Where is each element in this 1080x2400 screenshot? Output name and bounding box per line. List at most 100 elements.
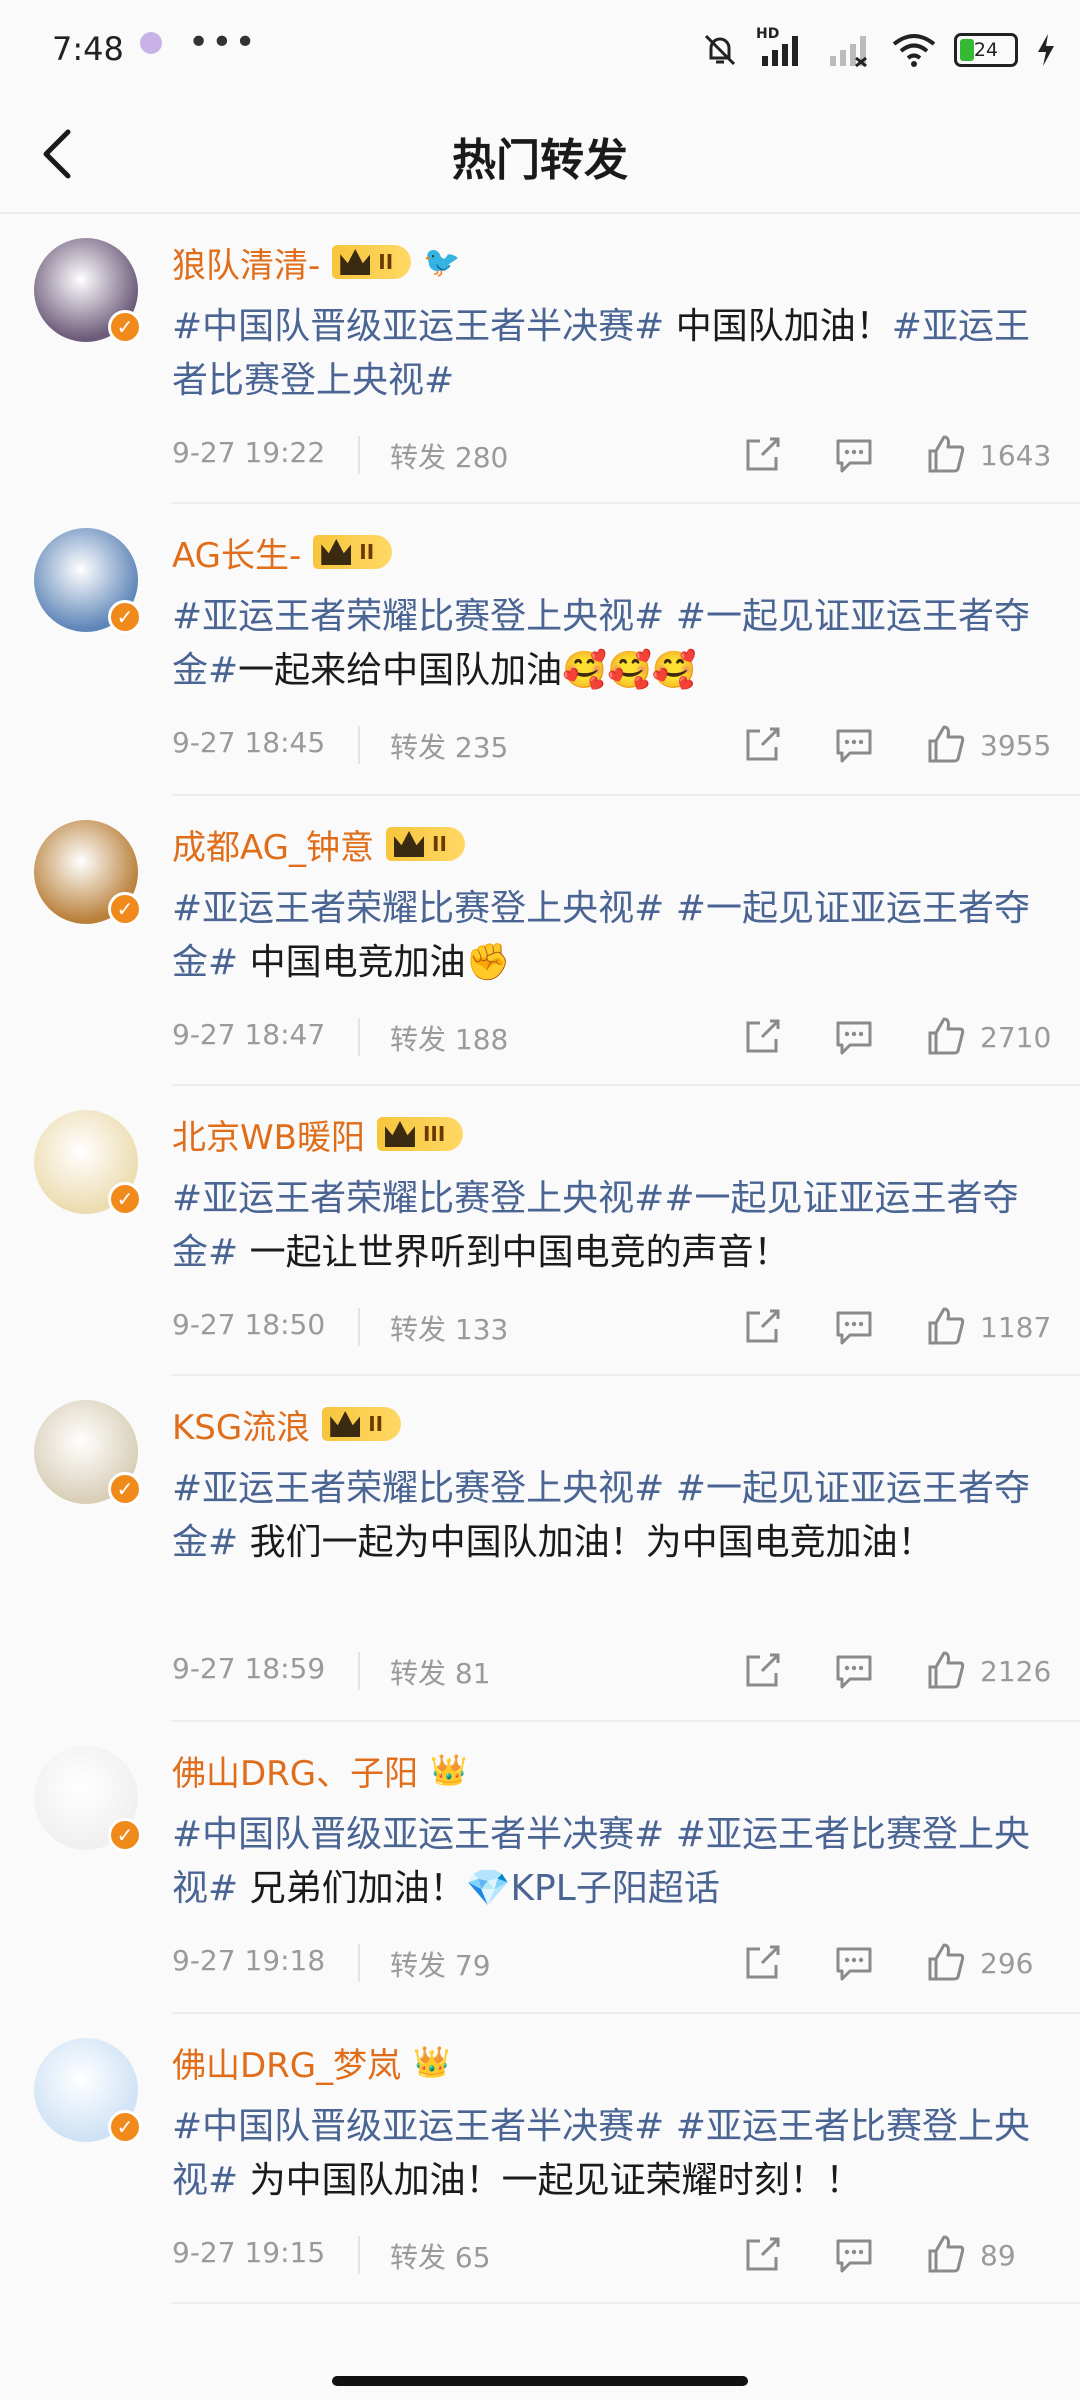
avatar[interactable]: ✓ (34, 528, 142, 634)
share-icon[interactable] (740, 1015, 784, 1059)
username[interactable]: KSG流浪 (172, 1400, 310, 1449)
thumbs-up-icon[interactable] (924, 1649, 968, 1693)
post-text-segment: 兄弟们加油！ (238, 1868, 466, 1909)
crown-icon (384, 1121, 415, 1147)
repost-item[interactable]: ✓ 佛山DRG、子阳 👑 #中国队晋级亚运王者半决赛# #亚运王者比赛登上央视# 兄弟… (0, 1722, 1080, 2014)
avatar[interactable]: ✓ (34, 2038, 142, 2144)
repost-count: 转发 79 (390, 1949, 491, 1982)
meta-divider (358, 1308, 360, 1346)
post-time: 9-27 19:18 (172, 1944, 326, 1977)
repost-item[interactable]: ✓ 佛山DRG_梦岚 👑 #中国队晋级亚运王者半决赛# #亚运王者比赛登上央视# 为中… (0, 2014, 1080, 2304)
repost-count: 转发 65 (390, 2241, 491, 2274)
battery-icon: 24 (954, 33, 1018, 67)
status-time: 7:48 (52, 30, 124, 68)
hashtag-link[interactable]: #亚运王者荣耀比赛登上央视# (172, 596, 664, 637)
username[interactable]: 狼队清清- (172, 238, 320, 287)
battery-level: 24 (973, 39, 999, 61)
hashtag-link[interactable]: #中国队晋级亚运王者半决赛# (172, 306, 664, 347)
repost-item[interactable]: ✓ 狼队清清- II 🐦 #中国队晋级亚运王者半决赛# 中国队加油！#亚运王者比赛登上央… (0, 214, 1080, 504)
user-badge-icon: 🐦 (423, 244, 461, 280)
share-icon[interactable] (740, 1649, 784, 1693)
post-time: 9-27 18:59 (172, 1652, 326, 1685)
comment-icon[interactable] (832, 1015, 876, 1059)
thumbs-up-icon[interactable] (924, 2233, 968, 2277)
thumbs-up-icon[interactable] (924, 723, 968, 767)
post-text[interactable]: #中国队晋级亚运王者半决赛# #亚运王者比赛登上央视# 兄弟们加油！💎KPL子阳… (172, 1808, 1032, 1916)
post-text-segment: 一起来给中国队加油🥰🥰🥰 (238, 650, 697, 691)
post-text-segment (664, 888, 675, 929)
repost-item[interactable]: ✓ AG长生- II #亚运王者荣耀比赛登上央视# #一起见证亚运王者夺金#一起来给中… (0, 504, 1080, 796)
avatar[interactable]: ✓ (34, 238, 142, 344)
repost-count: 转发 81 (390, 1657, 491, 1690)
rank-level: II (432, 832, 447, 856)
status-icons: HD 24 (702, 26, 1056, 70)
thumbs-up-icon[interactable] (924, 433, 968, 477)
thumbs-up-icon[interactable] (924, 1015, 968, 1059)
post-text[interactable]: #亚运王者荣耀比赛登上央视##一起见证亚运王者夺金# 一起让世界听到中国电竞的声… (172, 1172, 1032, 1280)
post-text-segment (664, 596, 675, 637)
share-icon[interactable] (740, 2233, 784, 2277)
username[interactable]: AG长生- (172, 528, 301, 577)
rank-badge: II (332, 245, 412, 279)
comment-icon[interactable] (832, 2233, 876, 2277)
share-icon[interactable] (740, 723, 784, 767)
post-time: 9-27 18:47 (172, 1018, 326, 1051)
like-count: 296 (980, 1946, 1034, 1980)
hashtag-link[interactable]: 💎KPL子阳超话 (466, 1868, 720, 1909)
meta-divider (358, 1652, 360, 1690)
username[interactable]: 佛山DRG、子阳 (172, 1746, 418, 1795)
meta-divider (358, 1944, 360, 1982)
post-text-segment (664, 1468, 675, 1509)
username[interactable]: 北京WB暖阳 (172, 1110, 365, 1159)
post-time: 9-27 19:22 (172, 436, 326, 469)
repost-item[interactable]: ✓ 成都AG_钟意 II #亚运王者荣耀比赛登上央视# #一起见证亚运王者夺金# 中国… (0, 796, 1080, 1086)
post-time: 9-27 19:15 (172, 2236, 326, 2269)
meta-divider (358, 436, 360, 474)
hashtag-link[interactable]: #中国队晋级亚运王者半决赛# (172, 1814, 664, 1855)
avatar[interactable]: ✓ (34, 1110, 142, 1216)
username[interactable]: 成都AG_钟意 (172, 820, 374, 869)
avatar[interactable]: ✓ (34, 1746, 142, 1852)
like-count: 2126 (980, 1654, 1052, 1688)
username[interactable]: 佛山DRG_梦岚 (172, 2038, 401, 2087)
post-text[interactable]: #亚运王者荣耀比赛登上央视# #一起见证亚运王者夺金# 中国电竞加油✊ (172, 882, 1032, 990)
post-text[interactable]: #亚运王者荣耀比赛登上央视# #一起见证亚运王者夺金#一起来给中国队加油🥰🥰🥰 (172, 590, 1032, 698)
comment-icon[interactable] (832, 1649, 876, 1693)
post-time: 9-27 18:50 (172, 1308, 326, 1341)
post-text[interactable]: #中国队晋级亚运王者半决赛# #亚运王者比赛登上央视# 为中国队加油！一起见证荣… (172, 2100, 1032, 2208)
avatar[interactable]: ✓ (34, 820, 142, 926)
meta-divider (358, 1018, 360, 1056)
hashtag-link[interactable]: #亚运王者荣耀比赛登上央视# (172, 1468, 664, 1509)
comment-icon[interactable] (832, 1941, 876, 1985)
comment-icon[interactable] (832, 1305, 876, 1349)
crown-icon (340, 249, 371, 275)
repost-count: 转发 188 (390, 1023, 509, 1056)
repost-count: 转发 280 (390, 441, 509, 474)
hashtag-link[interactable]: #中国队晋级亚运王者半决赛# (172, 2106, 664, 2147)
repost-item[interactable]: ✓ KSG流浪 II #亚运王者荣耀比赛登上央视# #一起见证亚运王者夺金# 我们一起… (0, 1376, 1080, 1722)
repost-item[interactable]: ✓ 北京WB暖阳 III #亚运王者荣耀比赛登上央视##一起见证亚运王者夺金# 一起让… (0, 1086, 1080, 1376)
crown-icon (321, 539, 352, 565)
rank-level: II (368, 1412, 384, 1436)
comment-icon[interactable] (832, 433, 876, 477)
crown-icon (394, 831, 425, 857)
signal-secondary-icon (830, 36, 867, 68)
share-icon[interactable] (740, 1941, 784, 1985)
post-text[interactable]: #亚运王者荣耀比赛登上央视# #一起见证亚运王者夺金# 我们一起为中国队加油！为… (172, 1462, 1032, 1570)
hashtag-link[interactable]: #亚运王者荣耀比赛登上央视# (172, 888, 664, 929)
crown-icon (330, 1411, 361, 1437)
post-text[interactable]: #中国队晋级亚运王者半决赛# 中国队加油！#亚运王者比赛登上央视# (172, 300, 1032, 408)
verified-v-icon: ✓ (108, 310, 142, 344)
share-icon[interactable] (740, 1305, 784, 1349)
post-time: 9-27 18:45 (172, 726, 326, 759)
thumbs-up-icon[interactable] (924, 1305, 968, 1349)
thumbs-up-icon[interactable] (924, 1941, 968, 1985)
rank-badge: II (386, 827, 465, 861)
home-indicator[interactable] (332, 2376, 748, 2386)
share-icon[interactable] (740, 433, 784, 477)
rank-badge: II (322, 1407, 402, 1441)
verified-v-icon: ✓ (108, 1182, 142, 1216)
comment-icon[interactable] (832, 723, 876, 767)
verified-v-icon: ✓ (108, 892, 142, 926)
avatar[interactable]: ✓ (34, 1400, 142, 1506)
